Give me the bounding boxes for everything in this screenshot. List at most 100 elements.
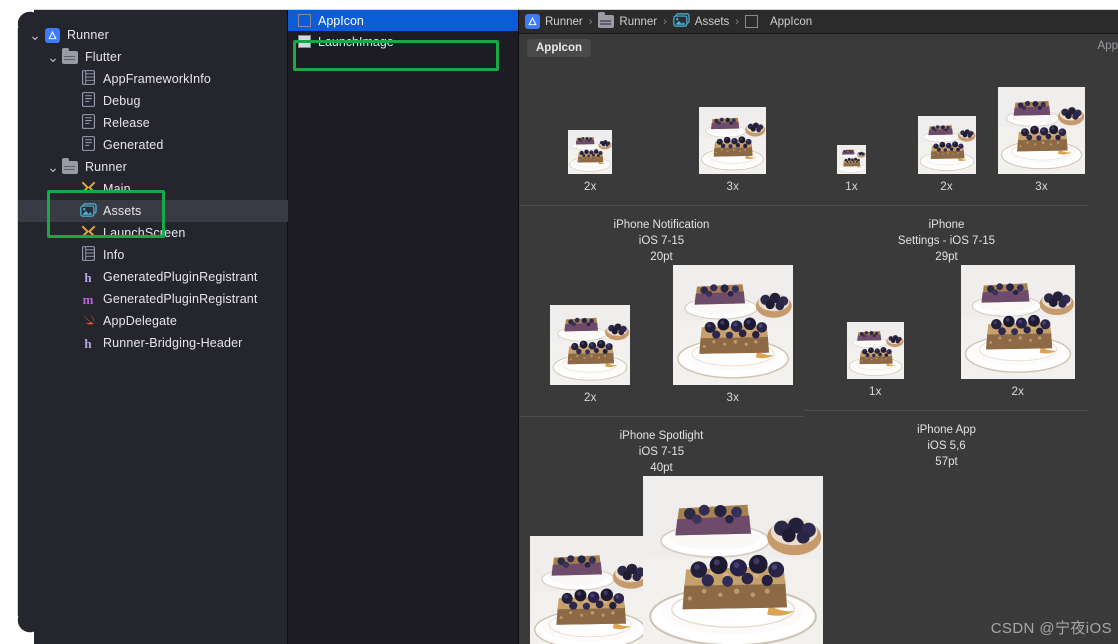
icon-image[interactable] (837, 145, 866, 174)
nav-item-label: Assets (103, 204, 142, 218)
icon-slot-1x[interactable]: 1x (804, 322, 947, 398)
xcode-window: ⌄ Runner ⌄ Flutter AppFrameworkInfo Debug Rele… (18, 10, 1118, 644)
nav-item-debug[interactable]: Debug (18, 90, 287, 112)
icon-slot-3x[interactable]: 3x (662, 107, 805, 193)
breadcrumb-item-runner[interactable]: Runner (525, 14, 583, 29)
nav-item-label: Runner-Bridging-Header (103, 336, 243, 350)
icon-slot-2x[interactable]: 2x (519, 130, 662, 193)
icon-slot-2x[interactable]: 2x (947, 265, 1090, 398)
nav-item-runner-bridging-header[interactable]: h Runner-Bridging-Header (18, 332, 287, 354)
icon-slot-2x[interactable]: 2x (899, 116, 994, 193)
nav-item-generatedpluginregistrant[interactable]: m GeneratedPluginRegistrant (18, 288, 287, 310)
nav-item-label: Main (103, 182, 131, 196)
header-h-icon: h (78, 337, 98, 350)
swift-icon (78, 312, 98, 330)
icon-scale-label: 2x (583, 181, 597, 193)
nav-item-generated[interactable]: Generated (18, 134, 287, 156)
icon-set-caption: iPhone App iOS 5,6 57pt (804, 410, 1089, 470)
nav-item-label: LaunchScreen (103, 226, 186, 240)
header-h-icon: h (84, 269, 92, 285)
storyboard-icon (81, 224, 96, 242)
icon-slots: 1x 2x (804, 265, 1089, 398)
breadcrumb-item-runner[interactable]: Runner (598, 12, 658, 28)
screenshot-root: ⌄ Runner ⌄ Flutter AppFrameworkInfo Debug Rele… (0, 0, 1118, 644)
nav-item-assets[interactable]: Assets (18, 200, 297, 222)
icon-slots (519, 476, 823, 644)
blank-thumbnail (298, 35, 311, 48)
icon-image[interactable] (699, 107, 767, 174)
icon-image[interactable] (642, 476, 823, 644)
nav-item-appframeworkinfo[interactable]: AppFrameworkInfo (18, 68, 287, 90)
icon-image[interactable] (568, 130, 613, 174)
breadcrumb-item-label: Runner (545, 15, 583, 28)
asset-item-launchimage[interactable]: LaunchImage (288, 31, 518, 52)
icon-slot-1x[interactable]: 1x (804, 145, 899, 193)
breadcrumb-item-assets[interactable]: Assets (673, 13, 729, 30)
tab-appicon[interactable]: AppIcon (527, 38, 591, 57)
breadcrumb-item-appicon[interactable]: AppIcon (744, 15, 813, 28)
icon-image[interactable] (672, 265, 793, 385)
xcconfig-icon (78, 114, 98, 132)
icon-scale-label: 3x (726, 392, 740, 404)
icon-set-row: 2x 3x iPhone Spotlight iOS 7-15 40pt 1x 2x iPho… (519, 265, 1118, 476)
caption-line: 20pt (650, 251, 673, 263)
nav-item-label: Debug (103, 94, 141, 108)
asset-item-appicon[interactable]: AppIcon (288, 10, 518, 31)
appicon-thumbnail (744, 15, 758, 28)
caption-line: Settings - iOS 7-15 (897, 235, 996, 247)
breadcrumb-item-label: AppIcon (769, 15, 813, 28)
folder-icon (62, 157, 78, 174)
icon-image[interactable] (917, 116, 976, 174)
xcodeproj-icon (525, 14, 540, 29)
breadcrumb-separator: › (588, 15, 593, 28)
icon-image[interactable] (550, 305, 631, 385)
nav-item-label: Runner (85, 160, 127, 174)
breadcrumb[interactable]: Runner › Runner › Assets › AppIcon (519, 10, 1118, 34)
chevron-down-icon[interactable]: ⌄ (28, 28, 42, 42)
nav-item-runner[interactable]: ⌄ Runner (18, 156, 287, 178)
icon-slot-3x[interactable]: 3x (994, 87, 1089, 193)
icon-slot-3x[interactable]: 3x (662, 265, 805, 404)
asset-item-label: LaunchImage (318, 34, 394, 49)
icon-set-1: 1x 2x 3x iPhone Settings - iOS 7-15 29pt (804, 68, 1089, 265)
caption-line: iPhone App (917, 424, 976, 436)
assets-icon (79, 202, 97, 220)
nav-item-release[interactable]: Release (18, 112, 287, 134)
asset-catalog-list[interactable]: AppIcon LaunchImage (288, 10, 519, 644)
nav-item-appdelegate[interactable]: AppDelegate (18, 310, 287, 332)
folder-icon (598, 12, 615, 28)
editor-right-label: App (1097, 40, 1118, 52)
icon-set-row: 2x 3x iPhone Notification iOS 7-15 20pt 1x 2x 3… (519, 68, 1118, 265)
nav-item-flutter[interactable]: ⌄ Flutter (18, 46, 287, 68)
asset-item-label: AppIcon (318, 13, 364, 28)
icon-image[interactable] (846, 322, 904, 379)
nav-item-main[interactable]: Main (18, 178, 287, 200)
icon-image[interactable] (998, 87, 1085, 174)
chevron-down-icon[interactable]: ⌄ (46, 160, 60, 174)
nav-item-label: Release (103, 116, 150, 130)
nav-item-launchscreen[interactable]: LaunchScreen (18, 222, 287, 244)
icon-slot-2x[interactable]: 2x (519, 305, 662, 404)
appicon-canvas[interactable]: 2x 3x iPhone Notification iOS 7-15 20pt 1x 2x 3… (519, 60, 1118, 644)
breadcrumb-item-label: Runner (619, 15, 658, 28)
objc-m-icon: m (82, 291, 94, 307)
nav-item-runner[interactable]: ⌄ Runner (18, 24, 287, 46)
asset-tab-strip[interactable]: AppIcon App (519, 34, 1118, 62)
chevron-down-icon[interactable]: ⌄ (46, 50, 60, 64)
icon-set-caption: iPhone Notification iOS 7-15 20pt (519, 205, 804, 265)
icon-slot-x[interactable] (519, 536, 662, 644)
nav-item-info[interactable]: Info (18, 244, 287, 266)
icon-set-caption: iPhone Spotlight iOS 7-15 40pt (519, 416, 804, 476)
caption-line: 57pt (935, 456, 958, 468)
caption-line: 29pt (935, 251, 958, 263)
project-navigator[interactable]: ⌄ Runner ⌄ Flutter AppFrameworkInfo Debug Rele… (18, 10, 297, 644)
nav-item-label: Runner (67, 28, 109, 42)
nav-item-generatedpluginregistrant[interactable]: h GeneratedPluginRegistrant (18, 266, 287, 288)
icon-scale-label: 3x (726, 181, 740, 193)
icon-image[interactable] (960, 265, 1075, 379)
icon-slot-x[interactable] (642, 476, 823, 644)
xcodeproj-icon (525, 14, 540, 29)
icon-scale-label: 2x (940, 181, 953, 193)
icon-image[interactable] (530, 536, 651, 644)
nav-item-label: Generated (103, 138, 164, 152)
